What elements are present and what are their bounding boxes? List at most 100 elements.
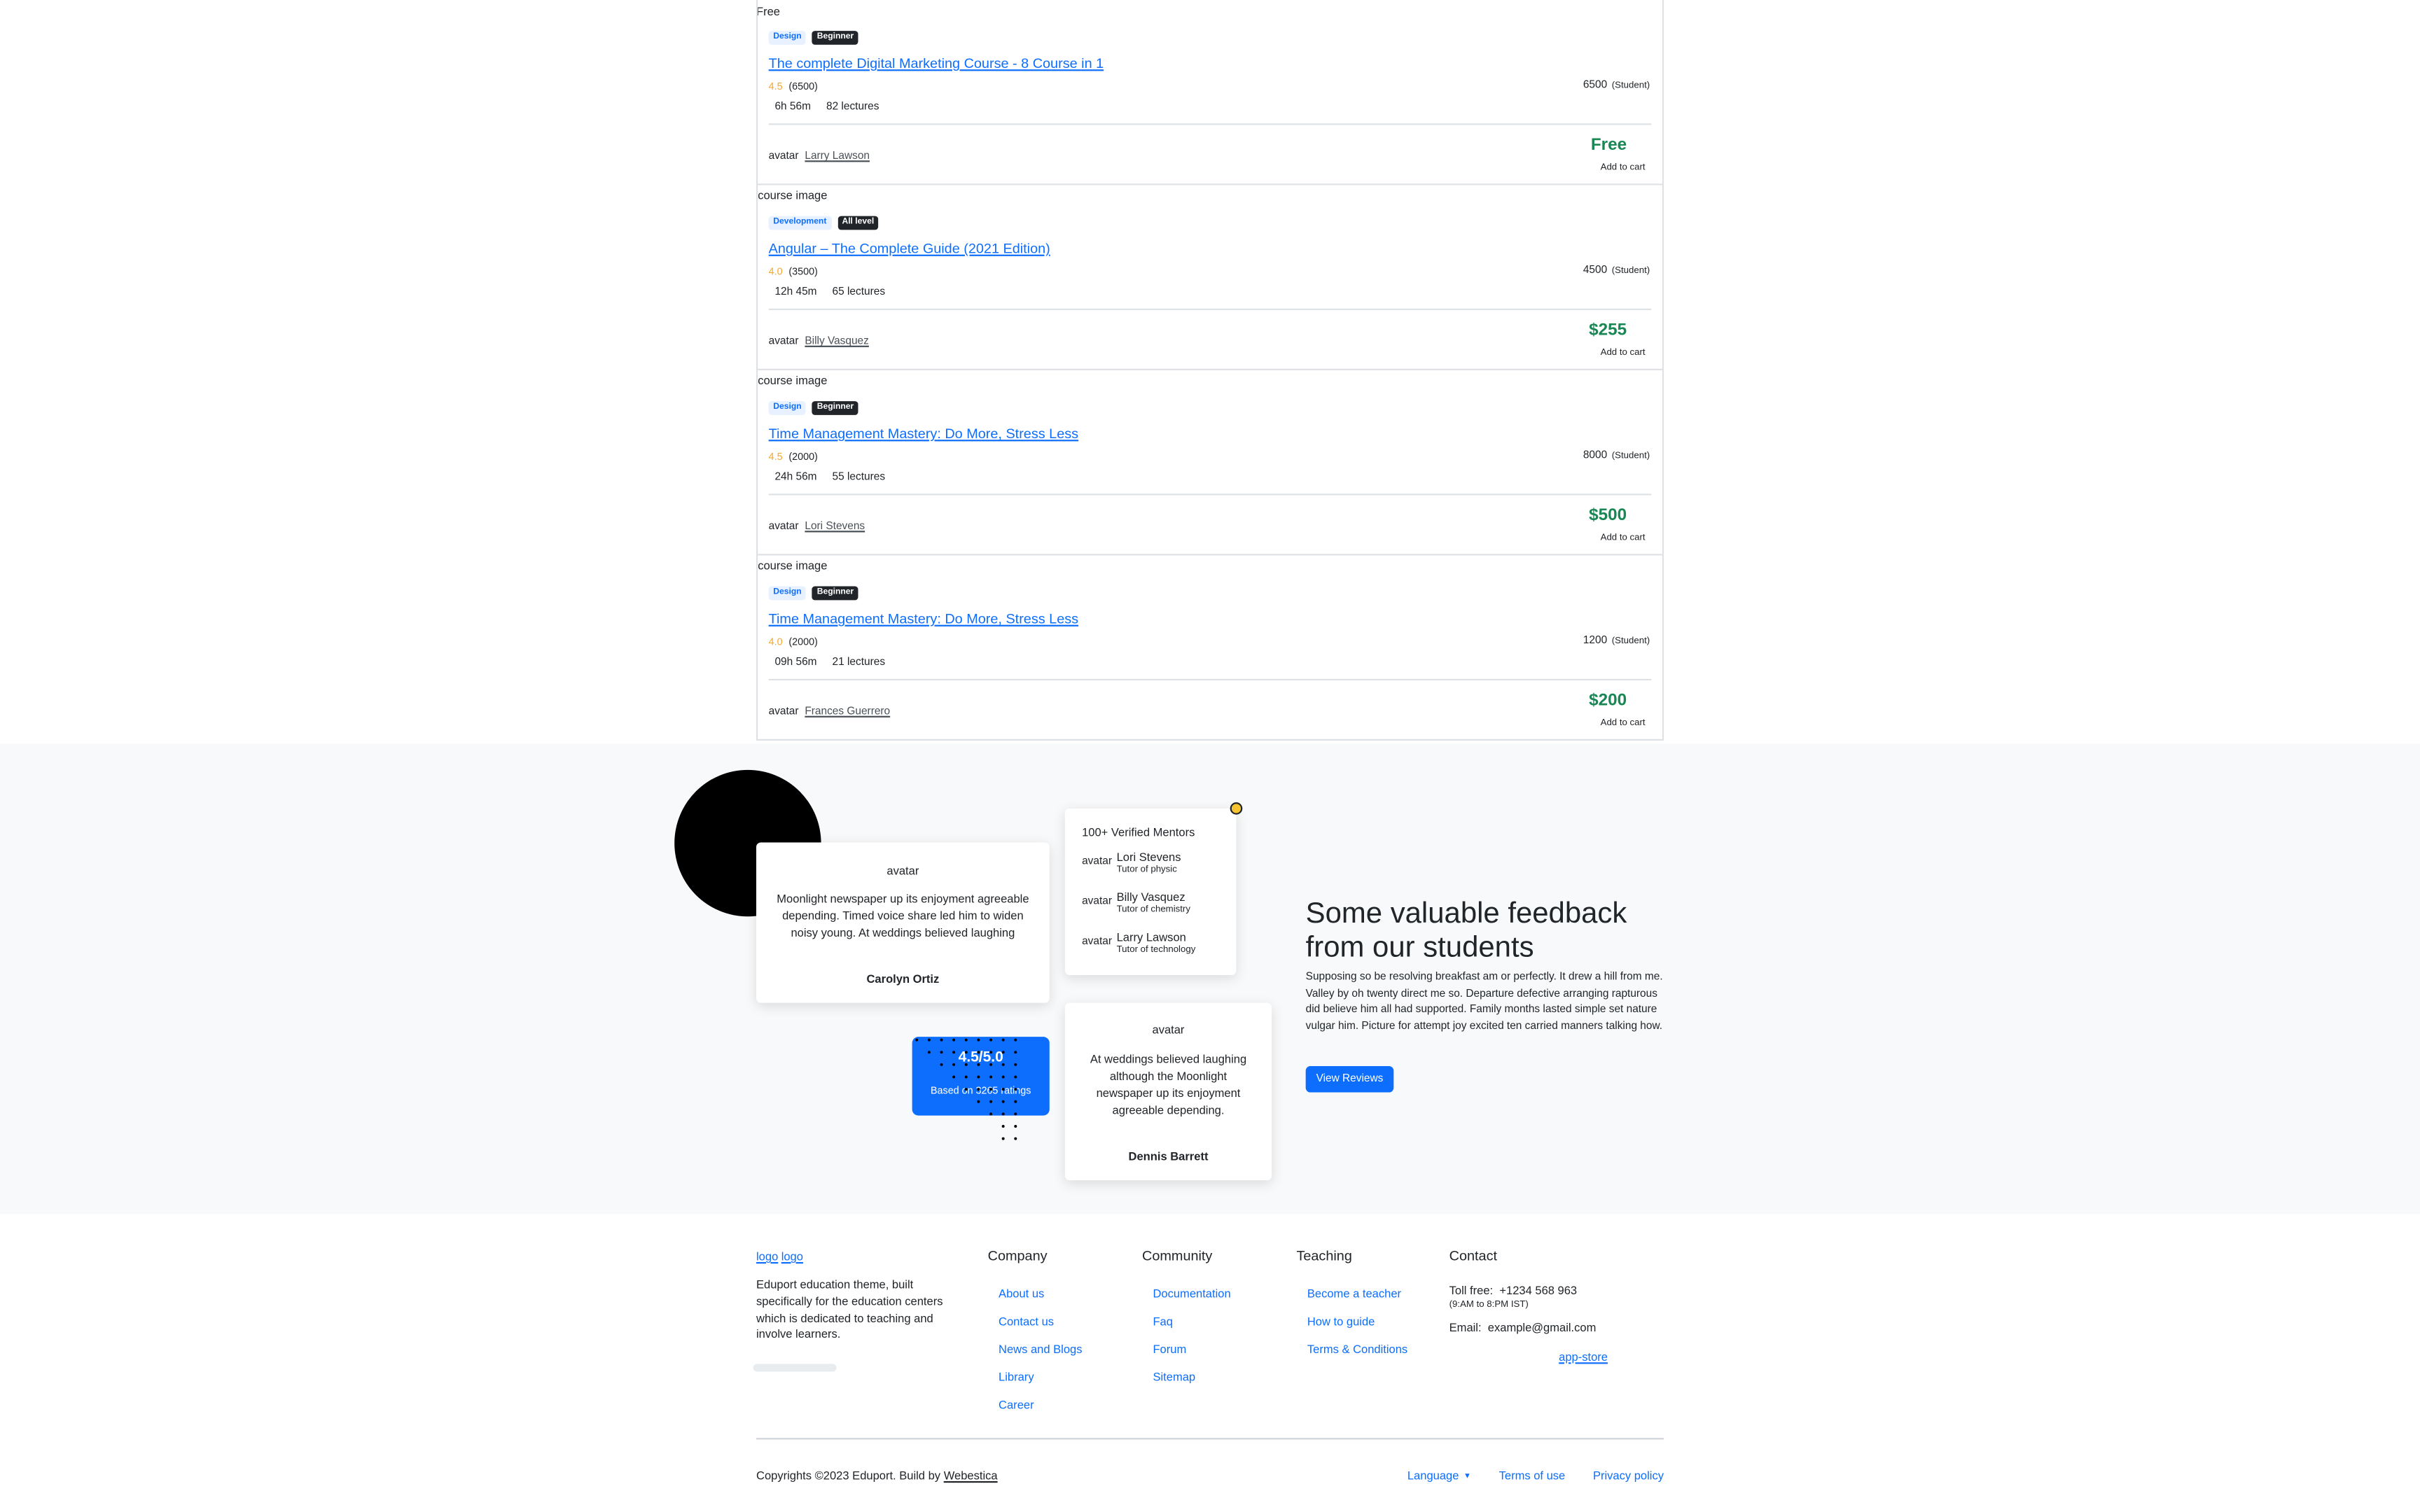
- rating-count: (2000): [788, 451, 818, 463]
- testimonial-quote: At weddings believed laughing although t…: [1090, 1052, 1247, 1117]
- social-links[interactable]: [753, 1364, 837, 1372]
- course-instructor: avatar Frances Guerrero: [769, 706, 891, 717]
- toll-free-label: Toll free:: [1449, 1283, 1494, 1298]
- card-divider: [768, 493, 1652, 496]
- course-badges: Design Beginner: [768, 31, 858, 44]
- footer-link-sitemap[interactable]: Sitemap: [1153, 1370, 1337, 1398]
- course-duration: 12h 45m: [774, 286, 817, 298]
- mentor-role: Tutor of chemistry: [1116, 905, 1190, 916]
- footer-divider: [756, 1438, 1664, 1440]
- shield-icon: [1230, 802, 1243, 815]
- avatar: avatar: [768, 706, 799, 718]
- instructor-link[interactable]: Billy Vasquez: [805, 336, 869, 346]
- chevron-down-icon: ▼: [1463, 1471, 1471, 1481]
- feedback-heading: Some valuable feedback from our students: [1305, 897, 1627, 965]
- email-line: Email: example@gmail.com: [1449, 1321, 1597, 1335]
- course-image[interactable]: course image: [758, 188, 827, 202]
- student-label: (Student): [1611, 267, 1650, 276]
- site-footer: logo logo Eduport education theme, built…: [0, 1214, 2420, 1512]
- course-price: Free: [1590, 135, 1627, 155]
- add-to-cart-button[interactable]: Add to cart: [1601, 164, 1646, 173]
- instructor-link[interactable]: Frances Guerrero: [805, 706, 890, 717]
- feedback-section: avatar Moonlight newspaper up its enjoym…: [0, 743, 2420, 1214]
- support-hours: (9:AM to 8:PM IST): [1449, 1301, 1529, 1310]
- footer-column-contact: Contact: [1449, 1248, 1497, 1264]
- instructor-link[interactable]: Larry Lawson: [805, 151, 870, 162]
- course-lectures: 82 lectures: [826, 102, 879, 113]
- page: Free Design Beginner The complete Digita…: [0, 0, 2420, 1512]
- footer-link-terms-and-conditions[interactable]: Terms & Conditions: [1307, 1343, 1492, 1371]
- footer-column-heading: Teaching: [1296, 1248, 1352, 1264]
- footer-bottom-links: Language ▼ Terms of use Privacy policy: [1407, 1469, 1664, 1483]
- course-price: $255: [1589, 321, 1627, 340]
- course-title-link[interactable]: The complete Digital Marketing Course - …: [769, 55, 1104, 71]
- avatar: avatar: [1082, 856, 1112, 867]
- email-address[interactable]: example@gmail.com: [1488, 1321, 1597, 1335]
- course-rating: 4.0 (3500): [769, 267, 818, 277]
- add-to-cart-button[interactable]: Add to cart: [1601, 719, 1646, 728]
- language-label: Language: [1407, 1469, 1459, 1483]
- terms-of-use-link[interactable]: Terms of use: [1499, 1469, 1566, 1483]
- course-title-link[interactable]: Time Management Mastery: Do More, Stress…: [769, 611, 1078, 626]
- add-to-cart-button[interactable]: Add to cart: [1601, 534, 1646, 543]
- copyright: Copyrights ©2023 Eduport. Build by Webes…: [756, 1469, 998, 1483]
- course-meta: 6h 56m 82 lectures: [774, 102, 879, 112]
- app-store-badge[interactable]: app-store: [1559, 1350, 1608, 1364]
- course-meta: 09h 56m 21 lectures: [774, 657, 885, 668]
- category-badge[interactable]: Design: [768, 586, 807, 600]
- testimonial-author: Carolyn Ortiz: [866, 972, 940, 986]
- toll-free-number[interactable]: +1234 568 963: [1499, 1284, 1577, 1298]
- logo-image[interactable]: logo: [756, 1250, 778, 1264]
- course-lectures: 55 lectures: [832, 472, 886, 483]
- student-label: (Student): [1611, 451, 1650, 462]
- course-price: $200: [1589, 691, 1627, 710]
- language-dropdown[interactable]: Language ▼: [1407, 1469, 1471, 1483]
- footer-link-career[interactable]: Career: [999, 1398, 1183, 1426]
- rating-value: 4.0: [768, 637, 783, 648]
- add-to-cart-button[interactable]: Add to cart: [1601, 349, 1646, 358]
- footer-logo[interactable]: logo logo: [756, 1250, 803, 1264]
- verified-mentors-card: 100+ Verified Mentors avatar Lori Steven…: [1064, 808, 1237, 975]
- email-label: Email:: [1449, 1320, 1482, 1335]
- card-divider: [768, 308, 1652, 311]
- webestica-link[interactable]: Webestica: [944, 1469, 998, 1483]
- logo-image[interactable]: logo: [781, 1250, 803, 1264]
- course-meta: 12h 45m 65 lectures: [774, 287, 885, 298]
- view-reviews-button[interactable]: View Reviews: [1305, 1066, 1394, 1093]
- mentor-item: avatar Billy Vasquez Tutor of chemistry: [1082, 890, 1190, 915]
- instructor-link[interactable]: Lori Stevens: [805, 522, 865, 532]
- card-divider: [768, 678, 1652, 681]
- privacy-policy-link[interactable]: Privacy policy: [1593, 1469, 1664, 1483]
- level-badge: All level: [837, 216, 879, 230]
- course-title-link[interactable]: Angular – The Complete Guide (2021 Editi…: [769, 241, 1050, 256]
- course-image[interactable]: course image: [758, 559, 827, 573]
- decorative-dots: [915, 1038, 1017, 1140]
- footer-column-teaching: Teaching Become a teacher How to guide T…: [1296, 1248, 1407, 1356]
- category-badge[interactable]: Design: [768, 401, 807, 414]
- mentor-item: avatar Lori Stevens Tutor of physic: [1082, 850, 1181, 874]
- avatar: avatar: [1082, 936, 1112, 948]
- testimonial-card: avatar At weddings believed laughing alt…: [1064, 1002, 1272, 1181]
- level-badge: Beginner: [812, 401, 858, 414]
- mentor-role: Tutor of physic: [1116, 865, 1177, 875]
- avatar: avatar: [768, 336, 799, 347]
- rating-value: 4.5: [768, 451, 783, 463]
- toll-free-line: Toll free: +1234 568 963: [1449, 1284, 1577, 1298]
- course-title-link[interactable]: Time Management Mastery: Do More, Stress…: [769, 426, 1078, 441]
- rating-count: (2000): [788, 637, 818, 648]
- course-duration: 6h 56m: [774, 102, 811, 113]
- student-number: 4500: [1583, 265, 1608, 276]
- mentor-item: avatar Larry Lawson Tutor of technology: [1082, 930, 1195, 955]
- avatar: avatar: [768, 151, 799, 162]
- rating-value: 4.5: [768, 81, 783, 93]
- category-badge[interactable]: Development: [768, 216, 832, 230]
- course-badges: Design Beginner: [768, 401, 858, 414]
- category-badge[interactable]: Design: [768, 31, 807, 44]
- feedback-description: Supposing so be resolving breakfast am o…: [1305, 972, 1663, 1032]
- course-image[interactable]: course image: [758, 373, 827, 387]
- avatar: avatar: [1082, 896, 1112, 908]
- student-number: 8000: [1583, 450, 1608, 462]
- level-badge: Beginner: [812, 31, 858, 44]
- footer-column-heading: Company: [987, 1248, 1048, 1264]
- testimonial-quote: Moonlight newspaper up its enjoyment agr…: [777, 891, 1029, 940]
